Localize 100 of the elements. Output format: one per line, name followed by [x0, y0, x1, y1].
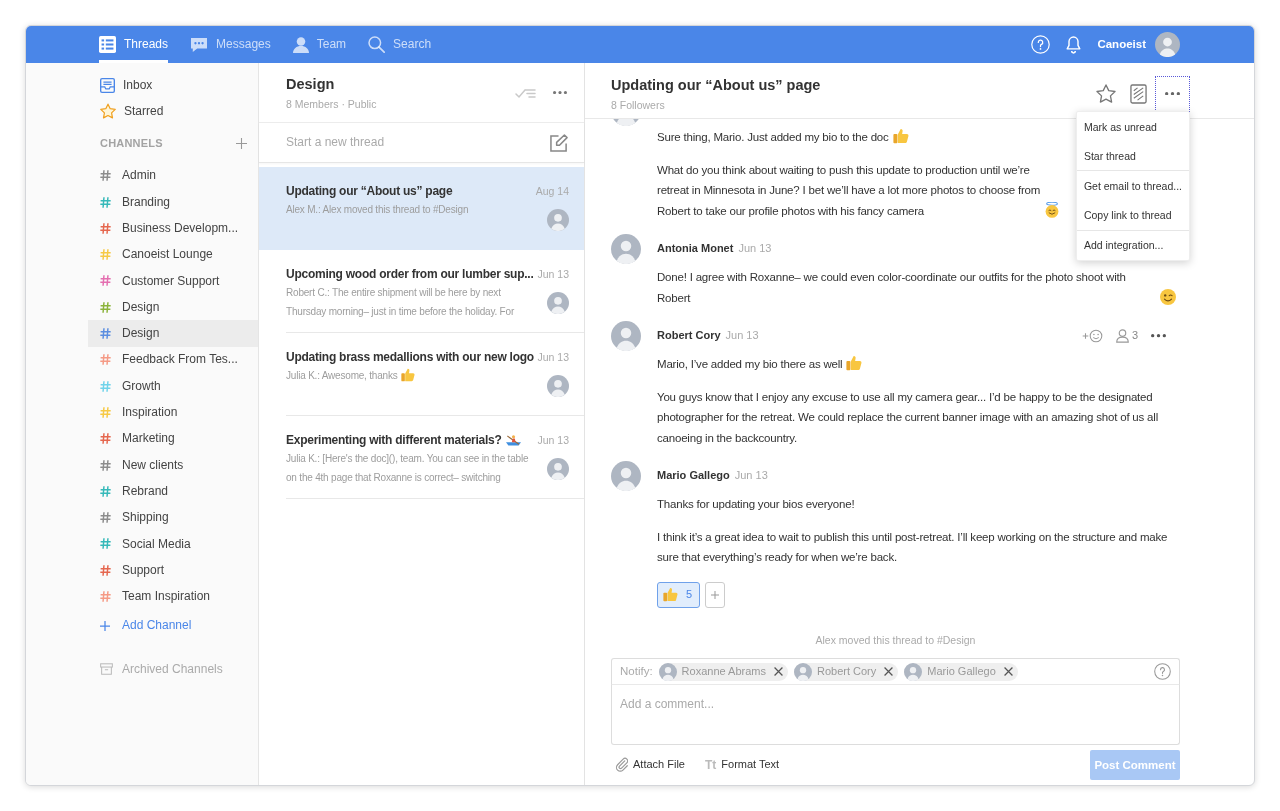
text-format-icon: Tt [704, 756, 717, 774]
avatar-icon [1155, 32, 1180, 57]
star-icon [100, 103, 116, 120]
thread-preview: Julia K.: Awesome, thanks [286, 369, 398, 383]
channel-item[interactable]: Rebrand [88, 478, 258, 505]
more-icon[interactable] [1151, 334, 1166, 338]
thumbs-up-icon [892, 128, 909, 144]
channel-item[interactable]: Admin [88, 162, 258, 189]
channel-item[interactable]: New clients [88, 451, 258, 479]
thread-preview: Alex M.: Alex moved this thread to #Design [286, 204, 469, 215]
avatar-icon [611, 234, 641, 264]
thread-title: Experimenting with different materials? [286, 432, 502, 449]
menu-item[interactable]: Add integration... [1076, 230, 1189, 261]
message-text: You guys know that I enjoy any excuse to use all my camera gear... I’d be happy to be the designated photographer for the retreat. We could replace the current banner image with an amazing shot of us all canoeing in the backcountry. [657, 390, 1159, 444]
bell-icon[interactable] [1066, 35, 1082, 54]
message-text: What do you think about waiting to push this update to production until we’re retreat in Minnesota in June? I bet we’ll have a lot more photos to choose from Robert to take our profile photos with his fancy camera [657, 162, 1041, 219]
thumbs-up-icon [400, 368, 415, 382]
thread-date: Jun 13 [537, 350, 569, 365]
attach-file-button[interactable]: Attach File [611, 757, 689, 773]
channel-item[interactable]: Social Media [88, 530, 258, 558]
channel-item[interactable]: Customer Support [88, 267, 258, 295]
person-icon [1115, 329, 1129, 343]
channel-meta: 8 Members · Public [286, 96, 377, 111]
compose-icon[interactable] [550, 133, 568, 152]
channel-item[interactable]: Marketing [88, 425, 258, 452]
menu-item[interactable]: Star thread [1076, 141, 1189, 172]
user-name[interactable]: Canoeist [1097, 36, 1146, 53]
thread-preview: Julia K.: [Here's the doc](), team. You can see in the table on the 4th page that Roxanne is correct– switching [286, 453, 529, 483]
add-reaction-icon[interactable] [1081, 329, 1103, 343]
notebook-icon[interactable] [1130, 83, 1147, 104]
thread-date: Aug 14 [535, 184, 569, 199]
avatar-icon [547, 458, 569, 480]
avatar-icon [611, 321, 641, 351]
thumbs-up-icon [663, 587, 678, 602]
plus-icon [100, 620, 110, 631]
new-thread-field[interactable]: Start a new thread [286, 134, 550, 151]
help-icon[interactable] [1154, 663, 1171, 680]
avatar-icon [547, 292, 569, 314]
channel-item[interactable]: Inspiration [88, 399, 258, 426]
comment-field[interactable]: Add a comment... [611, 685, 1180, 745]
search-icon [368, 36, 386, 53]
rowboat-icon [505, 435, 521, 446]
channel-item[interactable]: Team Inspiration [88, 583, 258, 610]
thread-preview: Robert C.: The entire shipment will be here by next Thursday morning– just in time before the holiday. For [286, 287, 515, 317]
channel-item[interactable]: Growth [88, 372, 258, 400]
author-name: Robert Cory [657, 328, 721, 344]
channel-item[interactable]: Branding [88, 188, 258, 216]
notify-label: Notify: [620, 664, 653, 680]
thread-item[interactable]: Updating brass medallions with our new logo Julia K.: Awesome, thanks Jun 13 [259, 333, 584, 416]
avatar-icon [547, 209, 569, 231]
menu-item[interactable]: Copy link to thread [1076, 201, 1189, 231]
person-icon [292, 36, 309, 53]
recipient-name: Mario Gallego [927, 663, 996, 679]
thread-item[interactable]: Experimenting with different materials? Julia K.: [Here's the doc](), team. You can see in the table on the 4th page that Roxanne is correct– switching Jun 13 [259, 416, 584, 499]
thread-item[interactable]: Updating our “About us” page Alex M.: Alex moved this thread to #Design Aug 14 [259, 167, 584, 250]
message-text: Done! I agree with Roxanne– we could even color-coordinate our outfits for the photo shoot with Robert [657, 270, 1127, 306]
thread-item[interactable]: Upcoming wood order from our lumber sup... Robert C.: The entire shipment will be here by next Thursday morning– just in time before the holiday. For Jun 13 [259, 250, 584, 333]
plus-icon [711, 590, 720, 599]
recipient-name: Roxanne Abrams [681, 663, 766, 679]
avatar-icon [547, 375, 569, 397]
thumbs-up-icon [846, 355, 863, 371]
channel-title: Design [286, 74, 336, 93]
plus-icon[interactable] [236, 138, 247, 150]
sidebar-item[interactable]: Starred [88, 98, 258, 125]
star-icon[interactable] [1096, 84, 1116, 103]
channel-item[interactable]: Design [88, 320, 258, 347]
participants-button[interactable]: 3 [1115, 328, 1138, 344]
close-icon[interactable] [774, 667, 783, 676]
section-heading: CHANNELS [100, 135, 163, 151]
format-text-button[interactable]: Tt Format Text [700, 756, 784, 774]
message-text: I think it’s a great idea to wait to publish this until post-retreat. I’ll keep working on the structure and make sure that everything’s ready for when we’re back. [657, 530, 1168, 563]
sidebar-item[interactable]: Inbox [88, 72, 258, 99]
channel-item[interactable]: Canoeist Lounge [88, 241, 258, 268]
channel-item[interactable]: Design [88, 294, 258, 321]
channel-item[interactable]: Shipping [88, 504, 258, 531]
close-icon[interactable] [1003, 667, 1013, 676]
thread-title: Upcoming wood order from our lumber sup... [286, 266, 534, 283]
add-channel-link[interactable]: Add Channel [88, 612, 258, 639]
close-icon[interactable] [884, 667, 894, 676]
author-name: Antonia Monet [657, 241, 734, 257]
message-date: Jun 13 [738, 241, 772, 257]
halo-smiley-icon [1044, 201, 1061, 218]
menu-item[interactable]: Get email to thread... [1076, 171, 1189, 202]
channel-item[interactable]: Support [88, 557, 258, 584]
channel-item[interactable]: Business Developm... [88, 215, 258, 242]
recipient-name: Robert Cory [817, 663, 877, 679]
menu-item[interactable]: Mark as unread [1076, 112, 1189, 142]
message-text: Sure thing, Mario. Just added my bio to the doc [657, 130, 889, 145]
thread-title: Updating our “About us” page [611, 75, 821, 94]
more-icon[interactable] [553, 90, 567, 95]
channel-item[interactable]: Feedback From Tes... [88, 346, 258, 373]
message-text: Thanks for updating your bios everyone! [657, 498, 855, 510]
message-date: Jun 13 [725, 328, 759, 344]
paperclip-icon [615, 757, 628, 773]
thread-date: Jun 13 [537, 267, 569, 282]
archive-icon [100, 663, 113, 676]
speech-bubble-icon [190, 36, 209, 53]
system-note: Alex moved this thread to #Design [815, 634, 976, 646]
follower-count: 8 Followers [611, 97, 666, 112]
message-date: Jun 13 [734, 468, 768, 484]
